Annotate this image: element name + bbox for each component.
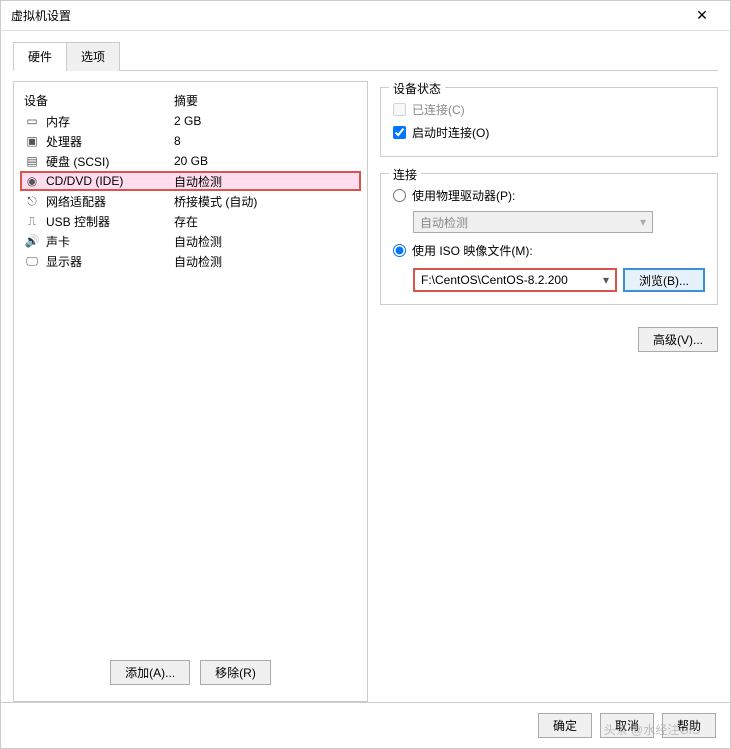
usb-icon: ⎍ xyxy=(24,213,40,229)
hw-label: 处理器 xyxy=(46,133,174,150)
iso-path-input[interactable]: F:\CentOS\CentOS-8.2.200 xyxy=(413,268,617,292)
content: 硬件 选项 设备 摘要 ▭ 内存 2 GB ▣ 处理器 8 xyxy=(1,31,730,702)
advanced-row: 高级(V)... xyxy=(380,327,718,352)
disk-icon: ▤ xyxy=(24,153,40,169)
iso-radio-row[interactable]: 使用 ISO 映像文件(M): xyxy=(393,239,705,262)
hw-row-memory[interactable]: ▭ 内存 2 GB xyxy=(20,111,361,131)
ok-button[interactable]: 确定 xyxy=(538,713,592,738)
connected-checkbox-row: 已连接(C) xyxy=(393,98,705,121)
browse-button[interactable]: 浏览(B)... xyxy=(623,268,705,292)
device-detail-panel: 设备状态 已连接(C) 启动时连接(O) 连接 使用物理驱动器(P): xyxy=(380,81,718,702)
tab-strip: 硬件 选项 xyxy=(13,41,718,71)
titlebar: 虚拟机设置 ✕ xyxy=(1,1,730,31)
hw-row-usb[interactable]: ⎍ USB 控制器 存在 xyxy=(20,211,361,231)
panels: 设备 摘要 ▭ 内存 2 GB ▣ 处理器 8 ▤ 硬盘 (SCSI) 20 G… xyxy=(13,71,718,702)
connection-group: 连接 使用物理驱动器(P): 自动检测 使用 ISO 映像文件(M): xyxy=(380,173,718,305)
dropdown-value: 自动检测 xyxy=(420,214,468,231)
close-button[interactable]: ✕ xyxy=(682,2,722,30)
remove-button[interactable]: 移除(R) xyxy=(200,660,271,685)
hw-label: USB 控制器 xyxy=(46,213,174,230)
hw-label: CD/DVD (IDE) xyxy=(46,174,174,188)
connected-label: 已连接(C) xyxy=(412,101,465,118)
hw-label: 硬盘 (SCSI) xyxy=(46,153,174,170)
connected-checkbox xyxy=(393,103,406,116)
header-summary: 摘要 xyxy=(174,92,357,109)
network-icon: ⎋ xyxy=(24,193,40,209)
hw-row-network[interactable]: ⎋ 网络适配器 桥接模式 (自动) xyxy=(20,191,361,211)
hw-summary: 自动检测 xyxy=(174,253,357,270)
cpu-icon: ▣ xyxy=(24,133,40,149)
advanced-button[interactable]: 高级(V)... xyxy=(638,327,718,352)
physical-drive-dropdown: 自动检测 xyxy=(413,211,653,233)
cd-icon: ◉ xyxy=(24,173,40,189)
hw-summary: 8 xyxy=(174,134,357,148)
hw-label: 内存 xyxy=(46,113,174,130)
connect-at-poweron-checkbox[interactable] xyxy=(393,126,406,139)
hardware-buttons: 添加(A)... 移除(R) xyxy=(20,652,361,693)
memory-icon: ▭ xyxy=(24,113,40,129)
tab-options[interactable]: 选项 xyxy=(66,42,120,71)
iso-path-value: F:\CentOS\CentOS-8.2.200 xyxy=(421,273,568,287)
hw-summary: 20 GB xyxy=(174,154,357,168)
hw-summary: 自动检测 xyxy=(174,173,357,190)
settings-window: 虚拟机设置 ✕ 硬件 选项 设备 摘要 ▭ 内存 2 GB ▣ xyxy=(0,0,731,749)
physical-drive-radio[interactable] xyxy=(393,189,406,202)
dialog-footer: 确定 取消 帮助 头条 @水经注GIS xyxy=(1,702,730,748)
hw-summary: 2 GB xyxy=(174,114,357,128)
display-icon: 🖵 xyxy=(24,253,40,269)
connect-at-poweron-label: 启动时连接(O) xyxy=(412,124,489,141)
hw-summary: 存在 xyxy=(174,213,357,230)
hw-summary: 自动检测 xyxy=(174,233,357,250)
group-title: 连接 xyxy=(389,166,421,183)
connect-at-poweron-row[interactable]: 启动时连接(O) xyxy=(393,121,705,144)
hw-row-disk[interactable]: ▤ 硬盘 (SCSI) 20 GB xyxy=(20,151,361,171)
iso-label: 使用 ISO 映像文件(M): xyxy=(412,242,533,259)
hardware-list-panel: 设备 摘要 ▭ 内存 2 GB ▣ 处理器 8 ▤ 硬盘 (SCSI) 20 G… xyxy=(13,81,368,702)
hw-label: 显示器 xyxy=(46,253,174,270)
group-title: 设备状态 xyxy=(389,80,445,97)
tab-hardware[interactable]: 硬件 xyxy=(13,42,67,71)
hw-summary: 桥接模式 (自动) xyxy=(174,193,357,210)
iso-radio[interactable] xyxy=(393,244,406,257)
hw-row-sound[interactable]: 🔊 声卡 自动检测 xyxy=(20,231,361,251)
add-button[interactable]: 添加(A)... xyxy=(110,660,190,685)
iso-row: F:\CentOS\CentOS-8.2.200 浏览(B)... xyxy=(413,268,705,292)
device-status-group: 设备状态 已连接(C) 启动时连接(O) xyxy=(380,87,718,157)
sound-icon: 🔊 xyxy=(24,233,40,249)
cancel-button[interactable]: 取消 xyxy=(600,713,654,738)
hardware-table-header: 设备 摘要 xyxy=(20,90,361,111)
window-title: 虚拟机设置 xyxy=(11,7,71,24)
hw-row-cddvd[interactable]: ◉ CD/DVD (IDE) 自动检测 xyxy=(20,171,361,191)
hw-label: 网络适配器 xyxy=(46,193,174,210)
hw-row-cpu[interactable]: ▣ 处理器 8 xyxy=(20,131,361,151)
hw-row-display[interactable]: 🖵 显示器 自动检测 xyxy=(20,251,361,271)
hw-label: 声卡 xyxy=(46,233,174,250)
header-device: 设备 xyxy=(24,92,174,109)
physical-drive-radio-row[interactable]: 使用物理驱动器(P): xyxy=(393,184,705,207)
physical-drive-label: 使用物理驱动器(P): xyxy=(412,187,515,204)
help-button[interactable]: 帮助 xyxy=(662,713,716,738)
